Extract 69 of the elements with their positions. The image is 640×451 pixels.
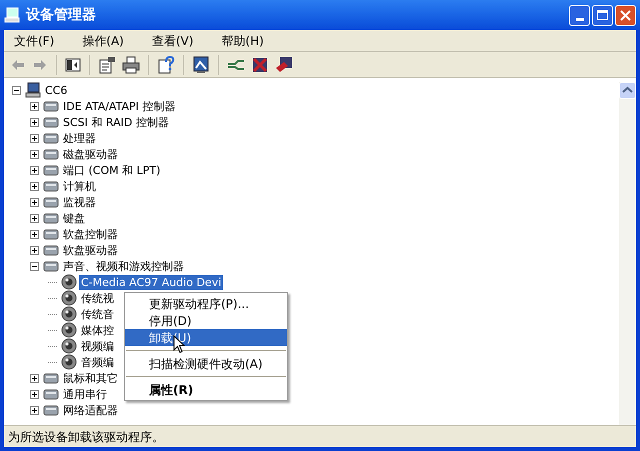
status-text: 为所选设备卸载该驱动程序。 <box>8 428 164 446</box>
tree-item[interactable]: SCSI 和 RAID 控制器 <box>61 114 171 130</box>
maximize-button[interactable] <box>592 4 613 26</box>
menu-item[interactable]: 扫描检测硬件改动(A) <box>125 355 287 372</box>
expand-icon[interactable] <box>30 182 39 190</box>
expand-icon[interactable] <box>30 150 39 158</box>
expand-icon[interactable] <box>30 134 39 142</box>
tree-item[interactable]: 视频编 <box>79 338 116 354</box>
speaker-icon <box>61 306 77 322</box>
tree-item[interactable]: CC6 <box>43 82 70 98</box>
expand-icon[interactable] <box>30 374 39 382</box>
uninstall-device-icon[interactable] <box>275 56 293 74</box>
maximize-icon <box>597 10 608 20</box>
tree-item[interactable]: 鼠标和其它 <box>61 370 120 386</box>
tree-item[interactable]: 键盘 <box>61 210 87 226</box>
expand-icon[interactable] <box>30 246 39 254</box>
tree-item[interactable]: IDE ATA/ATAPI 控制器 <box>61 98 178 114</box>
tree-item[interactable]: 传统视 <box>79 290 116 306</box>
expand-icon[interactable] <box>30 166 39 174</box>
tree-item[interactable]: 端口 (COM 和 LPT) <box>61 162 162 178</box>
minimize-icon <box>576 18 584 20</box>
expand-icon[interactable] <box>30 214 39 222</box>
scroll-up-icon[interactable] <box>619 82 636 99</box>
speaker-icon <box>61 290 77 306</box>
tree-item[interactable]: 声音、视频和游戏控制器 <box>61 258 186 274</box>
printer-icon[interactable] <box>122 56 140 74</box>
close-button[interactable] <box>615 4 636 26</box>
computer-icon <box>25 82 41 98</box>
window-title: 设备管理器 <box>26 6 96 24</box>
menu-item[interactable]: 停用(D) <box>125 312 287 329</box>
disable-device-icon[interactable] <box>251 56 269 74</box>
properties-icon[interactable] <box>98 56 116 74</box>
help-icon[interactable] <box>157 56 175 74</box>
collapse-icon[interactable] <box>30 262 39 270</box>
menu-item[interactable]: 文件(F) <box>10 32 58 50</box>
computer-icon <box>4 7 20 23</box>
expand-icon[interactable] <box>30 198 39 206</box>
menu-item[interactable]: 属性(R) <box>125 381 287 398</box>
speaker-icon <box>61 354 77 370</box>
menu-item[interactable]: 查看(V) <box>148 32 198 50</box>
minimize-button[interactable] <box>569 4 590 26</box>
expand-icon[interactable] <box>30 230 39 238</box>
menu-item[interactable]: 帮助(H) <box>217 32 268 50</box>
scroll-bar[interactable] <box>619 82 636 425</box>
tree-item[interactable]: 计算机 <box>61 178 98 194</box>
tree-item[interactable]: 磁盘驱动器 <box>61 146 120 162</box>
tree-item[interactable]: 传统音 <box>79 306 116 322</box>
menu-item[interactable]: 更新驱动程序(P)... <box>125 295 287 312</box>
expand-icon[interactable] <box>30 390 39 398</box>
tree-item[interactable]: 软盘驱动器 <box>61 242 120 258</box>
tree-item[interactable]: 音频编 <box>79 354 116 370</box>
tree-item[interactable]: 处理器 <box>61 130 98 146</box>
speaker-icon <box>61 274 77 290</box>
tree-item[interactable]: 媒体控 <box>79 322 116 338</box>
tree-item[interactable]: 通用串行 <box>61 386 109 402</box>
tree-item[interactable]: 监视器 <box>61 194 98 210</box>
speaker-icon <box>61 338 77 354</box>
expand-icon[interactable] <box>30 406 39 414</box>
tree-item[interactable]: 网络适配器 <box>61 402 120 418</box>
tree-item[interactable]: 软盘控制器 <box>61 226 120 242</box>
speaker-icon <box>61 322 77 338</box>
monitor-scan-icon[interactable] <box>192 56 210 74</box>
close-icon <box>620 10 631 20</box>
panel-toggle-icon[interactable] <box>65 56 81 72</box>
menu-item[interactable]: 操作(A) <box>78 32 128 50</box>
expand-icon[interactable] <box>30 102 39 110</box>
tree-item[interactable]: C-Media AC97 Audio Devi <box>79 274 224 290</box>
collapse-icon[interactable] <box>12 86 21 94</box>
expand-icon[interactable] <box>30 118 39 126</box>
